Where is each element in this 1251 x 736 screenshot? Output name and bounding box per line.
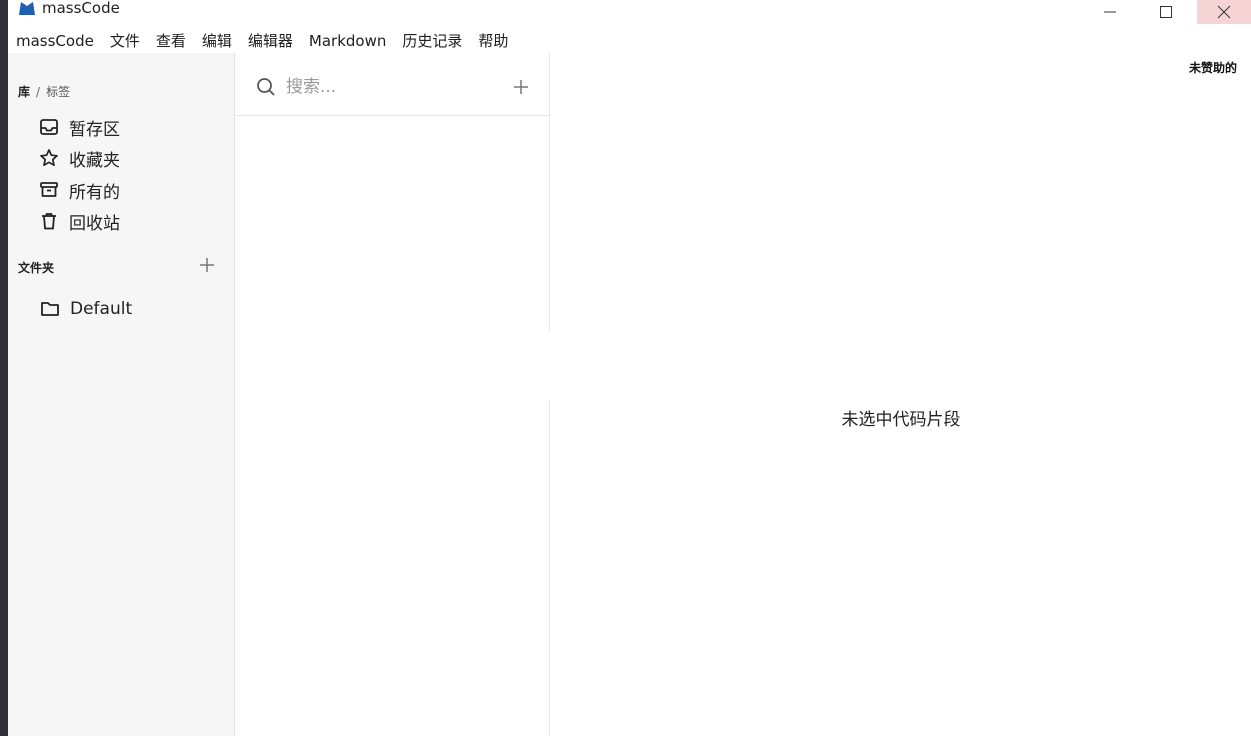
tags-tab[interactable]: 标签 xyxy=(46,85,70,99)
sidebar-item-label: 所有的 xyxy=(69,182,120,203)
menu-editor[interactable]: 编辑器 xyxy=(240,29,301,53)
trash-icon xyxy=(42,213,56,230)
maximize-icon xyxy=(1160,6,1172,18)
sidebar-item-inbox[interactable]: 暂存区 xyxy=(39,114,120,140)
sidebar-item-label: 回收站 xyxy=(69,213,120,234)
window-title: massCode xyxy=(42,0,120,17)
add-folder-icon[interactable] xyxy=(198,256,216,274)
menu-help[interactable]: 帮助 xyxy=(470,29,516,53)
sidebar-item-label: 暂存区 xyxy=(69,119,120,140)
search-icon xyxy=(257,78,275,96)
menu-edit[interactable]: 编辑 xyxy=(194,29,240,53)
search-bar xyxy=(236,53,550,116)
sidebar: 库 / 标签 暂存区 收藏夹 所有的 回收站 文件夹 Default xyxy=(8,53,235,736)
menu-markdown[interactable]: Markdown xyxy=(301,29,394,53)
add-snippet-icon[interactable] xyxy=(512,78,530,96)
folder-label: Default xyxy=(70,299,133,319)
library-tab[interactable]: 库 xyxy=(18,85,30,99)
archive-icon xyxy=(40,182,58,197)
sidebar-item-label: 收藏夹 xyxy=(69,150,120,171)
minimize-icon xyxy=(1104,11,1116,13)
menu-file[interactable]: 文件 xyxy=(102,29,148,53)
masscode-logo-icon xyxy=(19,2,35,15)
folders-header: 文件夹 xyxy=(18,261,55,275)
library-header: 库 / 标签 xyxy=(18,83,70,100)
close-icon xyxy=(1217,5,1231,19)
menu-view[interactable]: 查看 xyxy=(148,29,194,53)
folder-item-default[interactable]: Default xyxy=(40,296,132,322)
star-icon xyxy=(40,149,58,167)
inbox-icon xyxy=(40,119,58,135)
empty-state-message: 未选中代码片段 xyxy=(841,410,961,430)
search-input[interactable] xyxy=(286,72,486,102)
menu-history[interactable]: 历史记录 xyxy=(394,29,470,53)
sidebar-item-trash[interactable]: 回收站 xyxy=(39,208,120,234)
sponsor-label[interactable]: 未赞助的 xyxy=(1189,59,1237,76)
sidebar-item-all[interactable]: 所有的 xyxy=(39,177,120,203)
close-button[interactable] xyxy=(1197,0,1251,24)
sidebar-item-favorites[interactable]: 收藏夹 xyxy=(39,145,120,171)
folder-icon xyxy=(41,302,59,316)
snippet-list-panel xyxy=(236,53,550,736)
minimize-button[interactable] xyxy=(1083,0,1137,24)
maximize-button[interactable] xyxy=(1139,0,1193,24)
library-separator: / xyxy=(36,85,41,99)
editor-panel: 未赞助的 未选中代码片段 xyxy=(551,53,1251,736)
menu-masscode[interactable]: massCode xyxy=(8,29,102,53)
menu-bar: massCode 文件 查看 编辑 编辑器 Markdown 历史记录 帮助 xyxy=(8,29,516,53)
window-edge xyxy=(0,0,8,736)
title-bar: massCode xyxy=(8,0,1251,24)
